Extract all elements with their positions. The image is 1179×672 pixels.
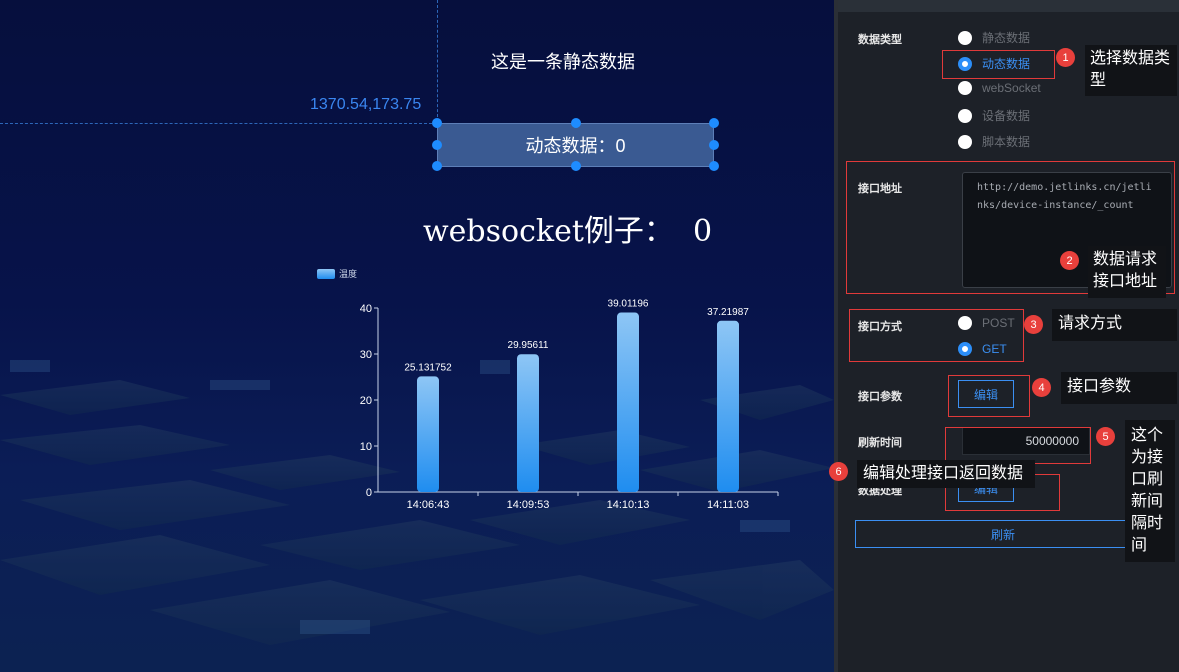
x-tick-label: 14:10:13 [607, 499, 650, 511]
refresh-button[interactable]: 刷新 [855, 520, 1151, 548]
params-label: 接口参数 [858, 391, 902, 403]
bar [717, 320, 739, 492]
bar-chart-component[interactable]: 温度 0 10 20 30 40 25.131752 14:06:43 29.95611 14:0… [0, 0, 834, 672]
y-tick-label: 30 [360, 349, 372, 361]
annotation-badge-1: 1 [1056, 48, 1075, 67]
radio-script-data[interactable]: 脚本数据 [958, 133, 1030, 150]
annotation-note-1: 选择数据类型 [1085, 45, 1177, 96]
y-tick-label: 10 [360, 441, 372, 453]
annotation-note-5: 这个为接口刷新间隔时间 [1125, 420, 1175, 562]
highlight-box-refresh-time [945, 427, 1091, 464]
annotation-badge-3: 3 [1024, 315, 1043, 334]
design-canvas[interactable]: 1370.54,173.75 这是一条静态数据 动态数据：0 websocket… [0, 0, 834, 672]
radio-label: 设备数据 [982, 109, 1031, 123]
radio-circle-icon [958, 30, 972, 45]
bar [417, 376, 439, 492]
annotation-note-4: 接口参数 [1061, 372, 1177, 404]
data-label: 37.21987 [707, 307, 749, 318]
radio-device-data[interactable]: 设备数据 [958, 107, 1030, 124]
radio-circle-icon [958, 81, 972, 95]
refresh-time-label: 刷新时间 [858, 437, 902, 449]
panel-header-bar [838, 0, 1179, 12]
x-tick-label: 14:11:03 [707, 499, 749, 511]
highlight-box-params [948, 375, 1030, 417]
radio-circle-icon [958, 134, 972, 149]
y-tick-label: 40 [360, 303, 372, 315]
annotation-badge-6: 6 [829, 462, 848, 481]
radio-label: 脚本数据 [982, 135, 1031, 149]
highlight-box-method [849, 309, 1024, 362]
y-tick-label: 20 [360, 395, 372, 407]
annotation-note-2: 数据请求接口地址 [1088, 246, 1166, 298]
annotation-note-6: 编辑处理接口返回数据 [857, 460, 1035, 488]
legend-label: 温度 [339, 268, 357, 279]
annotation-badge-5: 5 [1096, 427, 1115, 446]
bar [517, 354, 539, 492]
data-type-label: 数据类型 [858, 34, 902, 46]
y-tick-label: 0 [366, 487, 372, 499]
x-tick-label: 14:09:53 [507, 499, 550, 511]
data-label: 39.01196 [608, 299, 649, 310]
highlight-box-data-type [942, 50, 1055, 79]
annotation-badge-2: 2 [1060, 251, 1079, 270]
legend-swatch [317, 269, 335, 279]
x-tick-label: 14:06:43 [407, 499, 450, 511]
radio-label: 静态数据 [982, 31, 1031, 45]
radio-circle-icon [958, 108, 972, 123]
data-label: 29.95611 [508, 340, 549, 351]
annotation-note-3: 请求方式 [1052, 309, 1177, 341]
bar [617, 312, 639, 492]
annotation-badge-4: 4 [1032, 378, 1051, 397]
data-label: 25.131752 [404, 362, 452, 373]
radio-label: webSocket [982, 81, 1041, 95]
radio-websocket[interactable]: webSocket [958, 81, 1041, 95]
radio-static-data[interactable]: 静态数据 [958, 29, 1030, 46]
